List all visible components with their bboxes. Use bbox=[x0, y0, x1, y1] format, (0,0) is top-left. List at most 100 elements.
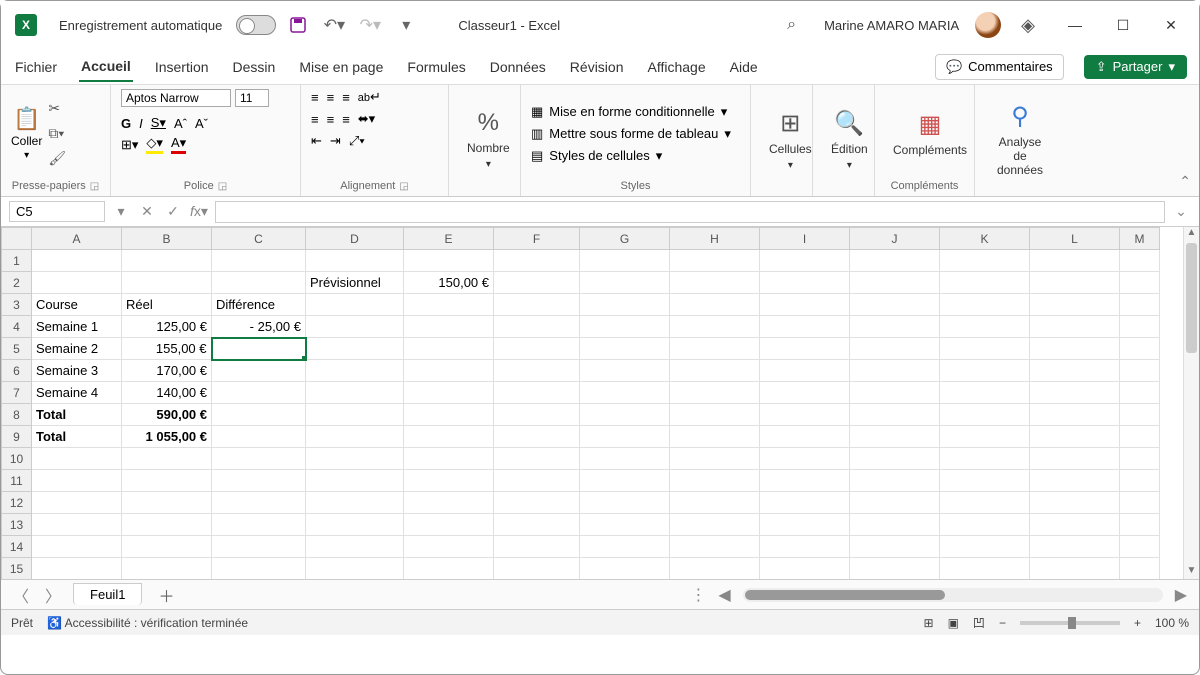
cell-H12[interactable] bbox=[670, 492, 760, 514]
cell-I5[interactable] bbox=[760, 338, 850, 360]
col-header-B[interactable]: B bbox=[122, 228, 212, 250]
cell-A6[interactable]: Semaine 3 bbox=[32, 360, 122, 382]
analyze-data-button[interactable]: ⚲Analyse de données bbox=[985, 98, 1055, 181]
cell-J12[interactable] bbox=[850, 492, 940, 514]
save-button[interactable] bbox=[284, 11, 312, 39]
cell-G15[interactable] bbox=[580, 558, 670, 580]
cell-D8[interactable] bbox=[306, 404, 404, 426]
cell-M15[interactable] bbox=[1120, 558, 1160, 580]
cell-E3[interactable] bbox=[404, 294, 494, 316]
cell-L12[interactable] bbox=[1030, 492, 1120, 514]
cell-F15[interactable] bbox=[494, 558, 580, 580]
cell-G11[interactable] bbox=[580, 470, 670, 492]
cell-I7[interactable] bbox=[760, 382, 850, 404]
cell-F10[interactable] bbox=[494, 448, 580, 470]
cell-L11[interactable] bbox=[1030, 470, 1120, 492]
addins-button[interactable]: ▦Compléments bbox=[885, 106, 975, 161]
underline-button[interactable]: S▾ bbox=[151, 115, 166, 131]
cell-E8[interactable] bbox=[404, 404, 494, 426]
cell-C6[interactable] bbox=[212, 360, 306, 382]
view-normal-icon[interactable]: ⊞ bbox=[924, 616, 934, 630]
cell-D5[interactable] bbox=[306, 338, 404, 360]
cell-B13[interactable] bbox=[122, 514, 212, 536]
cell-B4[interactable]: 125,00 € bbox=[122, 316, 212, 338]
cell-C1[interactable] bbox=[212, 250, 306, 272]
col-header-D[interactable]: D bbox=[306, 228, 404, 250]
cell-M11[interactable] bbox=[1120, 470, 1160, 492]
cell-L4[interactable] bbox=[1030, 316, 1120, 338]
cell-C11[interactable] bbox=[212, 470, 306, 492]
cell-F7[interactable] bbox=[494, 382, 580, 404]
cell-A14[interactable] bbox=[32, 536, 122, 558]
cell-H14[interactable] bbox=[670, 536, 760, 558]
sheet-tab-feuil1[interactable]: Feuil1 bbox=[73, 583, 142, 605]
cell-H9[interactable] bbox=[670, 426, 760, 448]
cell-L14[interactable] bbox=[1030, 536, 1120, 558]
row-header-12[interactable]: 12 bbox=[2, 492, 32, 514]
sheet-options-icon[interactable]: ⋮ bbox=[690, 585, 706, 605]
cell-B11[interactable] bbox=[122, 470, 212, 492]
format-as-table-button[interactable]: ▥Mettre sous forme de tableau▾ bbox=[531, 126, 731, 142]
add-sheet-button[interactable]: ＋ bbox=[150, 583, 182, 607]
font-color-button[interactable]: A▾ bbox=[171, 135, 186, 154]
cell-F3[interactable] bbox=[494, 294, 580, 316]
cell-G3[interactable] bbox=[580, 294, 670, 316]
cell-L5[interactable] bbox=[1030, 338, 1120, 360]
cell-K6[interactable] bbox=[940, 360, 1030, 382]
editing-button[interactable]: 🔍Édition▾ bbox=[823, 105, 876, 175]
cell-M7[interactable] bbox=[1120, 382, 1160, 404]
wrap-text-button[interactable]: ab↵ bbox=[358, 89, 381, 105]
tab-fichier[interactable]: Fichier bbox=[13, 53, 59, 81]
cell-D9[interactable] bbox=[306, 426, 404, 448]
cell-C9[interactable] bbox=[212, 426, 306, 448]
cell-K9[interactable] bbox=[940, 426, 1030, 448]
view-page-layout-icon[interactable]: ▣ bbox=[948, 616, 959, 630]
cell-I9[interactable] bbox=[760, 426, 850, 448]
cell-styles-button[interactable]: ▤Styles de cellules▾ bbox=[531, 148, 731, 164]
cell-D6[interactable] bbox=[306, 360, 404, 382]
align-center-icon[interactable]: ≡ bbox=[327, 112, 335, 127]
cell-F8[interactable] bbox=[494, 404, 580, 426]
row-header-2[interactable]: 2 bbox=[2, 272, 32, 294]
cell-M1[interactable] bbox=[1120, 250, 1160, 272]
cell-A12[interactable] bbox=[32, 492, 122, 514]
cell-B1[interactable] bbox=[122, 250, 212, 272]
dialog-launcher-icon[interactable]: ◲ bbox=[399, 181, 408, 192]
cell-E2[interactable]: 150,00 € bbox=[404, 272, 494, 294]
dialog-launcher-icon[interactable]: ◲ bbox=[90, 181, 99, 192]
cell-D4[interactable] bbox=[306, 316, 404, 338]
cell-J1[interactable] bbox=[850, 250, 940, 272]
cell-F2[interactable] bbox=[494, 272, 580, 294]
cell-C10[interactable] bbox=[212, 448, 306, 470]
row-header-1[interactable]: 1 bbox=[2, 250, 32, 272]
cell-H4[interactable] bbox=[670, 316, 760, 338]
cell-M14[interactable] bbox=[1120, 536, 1160, 558]
merge-button[interactable]: ⬌▾ bbox=[358, 111, 375, 127]
cell-I14[interactable] bbox=[760, 536, 850, 558]
qat-customize[interactable]: ▾ bbox=[392, 11, 420, 39]
cell-A9[interactable]: Total bbox=[32, 426, 122, 448]
cell-K1[interactable] bbox=[940, 250, 1030, 272]
bold-button[interactable]: G bbox=[121, 116, 131, 131]
cell-F5[interactable] bbox=[494, 338, 580, 360]
cell-C2[interactable] bbox=[212, 272, 306, 294]
cell-C15[interactable] bbox=[212, 558, 306, 580]
cell-C3[interactable]: Différence bbox=[212, 294, 306, 316]
cell-E12[interactable] bbox=[404, 492, 494, 514]
comments-button[interactable]: 💬 Commentaires bbox=[935, 54, 1064, 80]
cell-K12[interactable] bbox=[940, 492, 1030, 514]
cell-H8[interactable] bbox=[670, 404, 760, 426]
cell-B3[interactable]: Réel bbox=[122, 294, 212, 316]
horizontal-scrollbar[interactable] bbox=[743, 588, 1163, 602]
sheet-prev-icon[interactable]: 〈 bbox=[9, 583, 33, 607]
cell-B5[interactable]: 155,00 € bbox=[122, 338, 212, 360]
cell-M6[interactable] bbox=[1120, 360, 1160, 382]
scroll-thumb[interactable] bbox=[1186, 243, 1197, 353]
cell-M5[interactable] bbox=[1120, 338, 1160, 360]
cell-G13[interactable] bbox=[580, 514, 670, 536]
cell-G10[interactable] bbox=[580, 448, 670, 470]
cell-F6[interactable] bbox=[494, 360, 580, 382]
format-painter-icon[interactable]: 🖌 bbox=[48, 150, 66, 167]
cell-E6[interactable] bbox=[404, 360, 494, 382]
cell-E14[interactable] bbox=[404, 536, 494, 558]
